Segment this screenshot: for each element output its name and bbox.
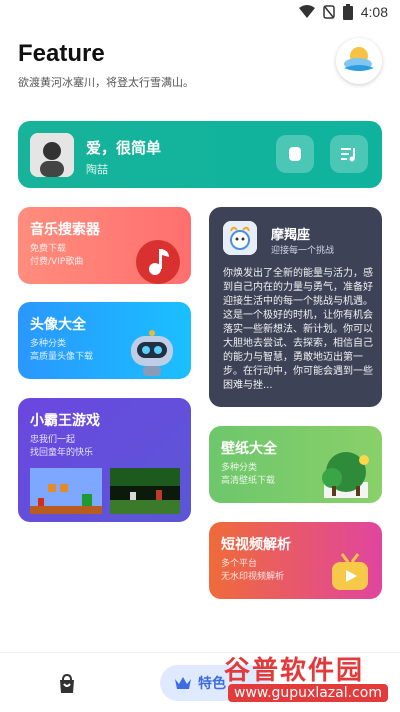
no-sim-icon (323, 5, 335, 19)
clock: 4:08 (360, 4, 388, 20)
shopping-bag-icon (60, 673, 74, 693)
horoscope-text: 你焕发出了全新的能量与活力，感到自己内在的力量与勇气，准备好迎接生活中的每一个挑… (223, 268, 373, 391)
status-bar: 4:08 (0, 0, 400, 24)
card-subtitle: 多个平台 无水印视频解析 (221, 558, 284, 584)
avatar-card[interactable]: 头像大全 多种分类 高质量头像下载 (18, 302, 191, 379)
retro-game-card[interactable]: 小霸王游戏 忠我们一起 找回童年的快乐 (18, 398, 191, 522)
music-player[interactable]: 爱，很简单 陶喆 (18, 121, 382, 188)
contra-screenshot-icon (110, 468, 180, 514)
play-icon (289, 147, 301, 161)
zodiac-name: 摩羯座 (271, 228, 311, 243)
landscape-icon (322, 452, 369, 498)
card-subtitle-line1: 忠我们一起 (30, 435, 76, 445)
crown-icon (175, 677, 191, 689)
playlist-button[interactable] (330, 135, 368, 173)
play-button[interactable] (276, 135, 314, 173)
song-title: 爱，很简单 (86, 139, 162, 157)
watermark-url: www.gupuxlazal.com (228, 684, 388, 702)
page-header: Feature 欲渡黄河冰塞川，将登太行雪满山。 (18, 40, 194, 90)
video-parser-card[interactable]: 短视频解析 多个平台 无水印视频解析 (209, 522, 382, 599)
card-subtitle-line1: 多个平台 (221, 559, 258, 569)
card-subtitle-line2: 高清壁纸下载 (221, 476, 276, 486)
card-subtitle-line2: 找回童年的快乐 (30, 448, 94, 458)
card-subtitle: 多种分类 高清壁纸下载 (221, 462, 275, 488)
music-note-icon (136, 240, 180, 284)
cloud-logo-icon (344, 47, 374, 71)
card-title: 壁纸大全 (221, 441, 277, 457)
card-title: 短视频解析 (221, 537, 291, 553)
tv-play-icon (332, 553, 368, 590)
battery-icon (342, 4, 353, 20)
card-subtitle: 忠我们一起 找回童年的快乐 (30, 434, 93, 460)
tab-home[interactable] (56, 673, 78, 695)
card-subtitle-line2: 高质量头像下载 (30, 352, 94, 362)
app-logo[interactable] (336, 38, 382, 84)
wifi-icon (298, 5, 315, 18)
card-subtitle-line1: 多种分类 (221, 463, 258, 473)
watermark-title: 谷普软件园 (224, 656, 365, 686)
page-subtitle: 欲渡黄河冰塞川，将登太行雪满山。 (18, 76, 194, 89)
card-subtitle: 免费下载 付费/VIP歌曲 (30, 243, 83, 269)
card-title: 音乐搜索器 (30, 222, 100, 238)
page-title: Feature (18, 40, 105, 67)
song-artist: 陶喆 (86, 163, 108, 176)
artist-photo-icon (30, 133, 74, 177)
card-subtitle-line2: 无水印视频解析 (221, 572, 285, 582)
robot-icon (131, 330, 173, 376)
card-subtitle-line2: 付费/VIP歌曲 (30, 257, 84, 267)
horoscope-card[interactable]: 摩羯座 迎接每一个挑战 你焕发出了全新的能量与活力，感到自己内在的力量与勇气，准… (209, 207, 382, 407)
mario-screenshot-icon (30, 468, 102, 514)
card-subtitle-line1: 多种分类 (30, 339, 67, 349)
watermark: 谷普软件园 www.gupuxlazal.com (216, 654, 392, 706)
album-cover (30, 133, 74, 177)
music-search-card[interactable]: 音乐搜索器 免费下载 付费/VIP歌曲 (18, 207, 191, 284)
playlist-icon (341, 148, 355, 162)
zodiac-slogan: 迎接每一个挑战 (271, 246, 335, 256)
card-title: 小霸王游戏 (30, 413, 100, 429)
wallpaper-card[interactable]: 壁纸大全 多种分类 高清壁纸下载 (209, 426, 382, 503)
card-subtitle-line1: 免费下载 (30, 244, 67, 254)
card-subtitle: 多种分类 高质量头像下载 (30, 338, 93, 364)
capricorn-icon (223, 221, 257, 255)
card-title: 头像大全 (30, 317, 86, 333)
